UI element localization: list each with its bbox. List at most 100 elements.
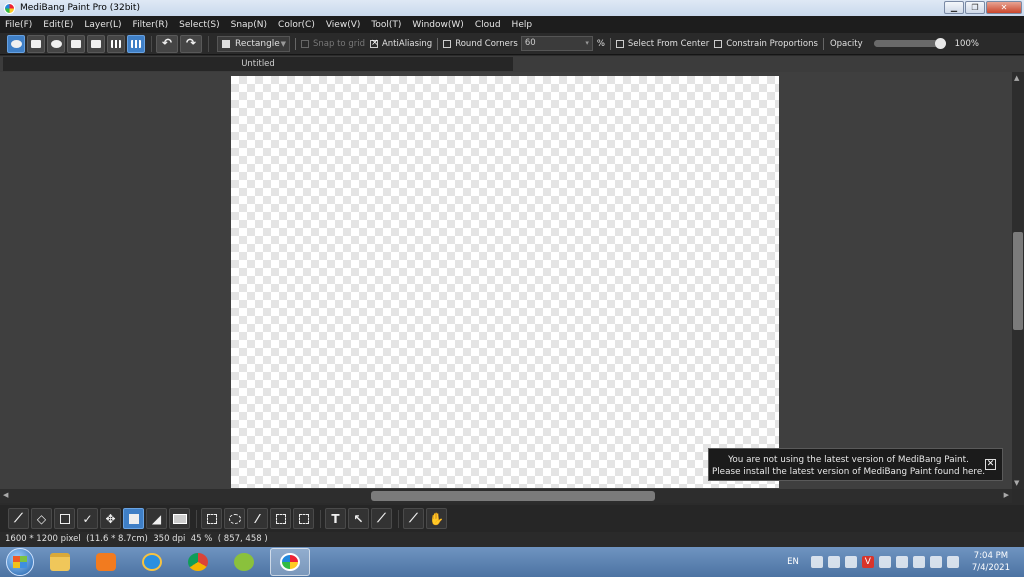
lasso-tool-icon[interactable] xyxy=(224,508,245,529)
taskbar-internet-explorer[interactable] xyxy=(132,548,172,576)
vertical-scroll-thumb[interactable] xyxy=(1013,232,1023,330)
checkbox-box[interactable] xyxy=(443,39,452,48)
horizontal-scroll-thumb[interactable] xyxy=(371,491,655,501)
hand-tool-icon[interactable]: ✋ xyxy=(426,508,447,529)
snap-to-grid-checkbox[interactable]: Snap to grid xyxy=(301,39,365,49)
menu-layer[interactable]: Layer(L) xyxy=(84,20,121,30)
vertical-scrollbar[interactable]: ▲ ▼ xyxy=(1012,72,1024,489)
menu-file[interactable]: File(F) xyxy=(5,20,32,30)
menu-help[interactable]: Help xyxy=(512,20,533,30)
taskbar-clock[interactable]: 7:04 PM 7/4/2021 xyxy=(972,550,1010,574)
canvas-workspace[interactable] xyxy=(0,72,1012,489)
checkbox-box[interactable] xyxy=(615,39,624,48)
checkbox-box[interactable] xyxy=(714,39,723,48)
cloud-icon[interactable] xyxy=(7,34,25,53)
scroll-down-icon[interactable]: ▼ xyxy=(1014,479,1019,487)
checkbox-box[interactable] xyxy=(301,39,309,48)
antialiasing-checkbox[interactable]: AntiAliasing xyxy=(369,38,432,49)
language-indicator[interactable]: EN xyxy=(787,557,799,567)
clock-date: 7/4/2021 xyxy=(971,563,1010,573)
divide-tool-icon[interactable]: ⟋ xyxy=(371,508,392,529)
shape-tool-icon[interactable] xyxy=(123,508,144,529)
menu-view[interactable]: View(V) xyxy=(326,20,361,30)
grid-icon[interactable] xyxy=(127,34,145,53)
select-tool-icon[interactable] xyxy=(201,508,222,529)
checkbox-box[interactable] xyxy=(369,38,379,48)
volume-icon[interactable] xyxy=(895,556,908,568)
bucket-brush-tool-icon[interactable]: ✓ xyxy=(77,508,98,529)
select-eraser-tool-icon[interactable] xyxy=(293,508,314,529)
status-bar: 1600 * 1200 pixel (11.6 * 8.7cm) 350 dpi… xyxy=(0,532,1024,547)
taskbar-chrome[interactable] xyxy=(178,548,218,576)
minimize-button[interactable]: ▁ xyxy=(944,1,964,14)
menu-cloud[interactable]: Cloud xyxy=(475,20,501,30)
move-tool-icon[interactable]: ✥ xyxy=(100,508,121,529)
menu-tool[interactable]: Tool(T) xyxy=(371,20,401,30)
operation-tool-icon[interactable]: ↖ xyxy=(348,508,369,529)
canvas-physical-size: (11.6 * 8.7cm) xyxy=(86,534,148,544)
bluetooth-icon[interactable] xyxy=(929,556,942,568)
gradient-tool-icon[interactable] xyxy=(169,508,190,529)
opacity-slider-handle[interactable] xyxy=(934,38,946,49)
text-tool-icon[interactable]: T xyxy=(325,508,346,529)
eraser-tool-icon[interactable]: ◇ xyxy=(31,508,52,529)
network-app-icon[interactable] xyxy=(810,556,823,568)
spinner-icon[interactable]: ▾ xyxy=(585,37,589,50)
chat-icon[interactable] xyxy=(827,556,840,568)
round-corners-label: Round Corners xyxy=(455,38,518,49)
undo-button[interactable]: ↶ xyxy=(156,34,178,53)
fill-tool-icon[interactable]: ◢ xyxy=(146,508,167,529)
green-app-icon xyxy=(234,553,254,571)
round-corners-input[interactable]: 60 ▾ xyxy=(520,36,593,51)
pen-icon[interactable] xyxy=(878,556,891,568)
chevron-down-icon: ▼ xyxy=(280,39,286,48)
toolbar-divider xyxy=(208,35,209,52)
shape-dropdown[interactable]: Rectangle ▼ xyxy=(217,35,290,52)
select-pen-tool-icon[interactable] xyxy=(270,508,291,529)
menu-edit[interactable]: Edit(E) xyxy=(43,20,73,30)
opacity-slider[interactable] xyxy=(873,38,946,49)
document-tab[interactable]: Untitled xyxy=(3,57,513,71)
magic-wand-tool-icon[interactable]: ⁄ xyxy=(247,508,268,529)
share-icon[interactable] xyxy=(27,34,45,53)
redo-button[interactable]: ↷ xyxy=(180,34,202,53)
restore-button[interactable]: ❐ xyxy=(965,1,985,14)
zoom-level: 45 % xyxy=(190,534,213,544)
horizontal-scrollbar[interactable]: ◀ ▶ xyxy=(0,489,1012,503)
taskbar-media-player[interactable] xyxy=(86,548,126,576)
menu-color[interactable]: Color(C) xyxy=(278,20,315,30)
select-from-center-checkbox[interactable]: Select From Center xyxy=(615,39,709,49)
signal-icon[interactable] xyxy=(912,556,925,568)
drawing-canvas[interactable] xyxy=(231,76,779,488)
menu-filter[interactable]: Filter(R) xyxy=(133,20,169,30)
windows-logo-icon xyxy=(13,556,27,568)
constrain-proportions-checkbox[interactable]: Constrain Proportions xyxy=(714,39,818,49)
menu-select[interactable]: Select(S) xyxy=(179,20,220,30)
scroll-up-icon[interactable]: ▲ xyxy=(1014,74,1019,82)
round-corners-checkbox[interactable]: Round Corners xyxy=(443,39,518,49)
start-button[interactable] xyxy=(6,548,34,576)
notification-close-icon[interactable]: ✕ xyxy=(985,459,996,470)
battery-icon[interactable] xyxy=(946,556,959,568)
scroll-left-icon[interactable]: ◀ xyxy=(3,491,8,499)
antivirus-icon[interactable]: V xyxy=(861,556,874,568)
windows-taskbar: EN V 7:04 PM 7/4/2021 xyxy=(0,547,1024,577)
speaker-icon[interactable] xyxy=(844,556,857,568)
comment-icon[interactable] xyxy=(47,34,65,53)
taskbar-explorer[interactable] xyxy=(40,548,80,576)
panel-icon[interactable] xyxy=(107,34,125,53)
menu-window[interactable]: Window(W) xyxy=(412,20,463,30)
brush-tool-icon[interactable]: ⟋ xyxy=(8,508,29,529)
taskbar-green-app[interactable] xyxy=(224,548,264,576)
close-button[interactable]: ✕ xyxy=(986,1,1022,14)
taskbar-medibang[interactable] xyxy=(270,548,310,576)
opacity-label: Opacity xyxy=(829,38,863,49)
page-icon[interactable] xyxy=(87,34,105,53)
message-icon[interactable] xyxy=(67,34,85,53)
eyedropper-tool-icon[interactable]: ⟋ xyxy=(403,508,424,529)
scroll-right-icon[interactable]: ▶ xyxy=(1004,491,1009,499)
update-notification[interactable]: You are not using the latest version of … xyxy=(708,448,1003,481)
menu-snap[interactable]: Snap(N) xyxy=(231,20,267,30)
toolbar-divider xyxy=(609,37,611,50)
dot-tool-icon[interactable] xyxy=(54,508,75,529)
